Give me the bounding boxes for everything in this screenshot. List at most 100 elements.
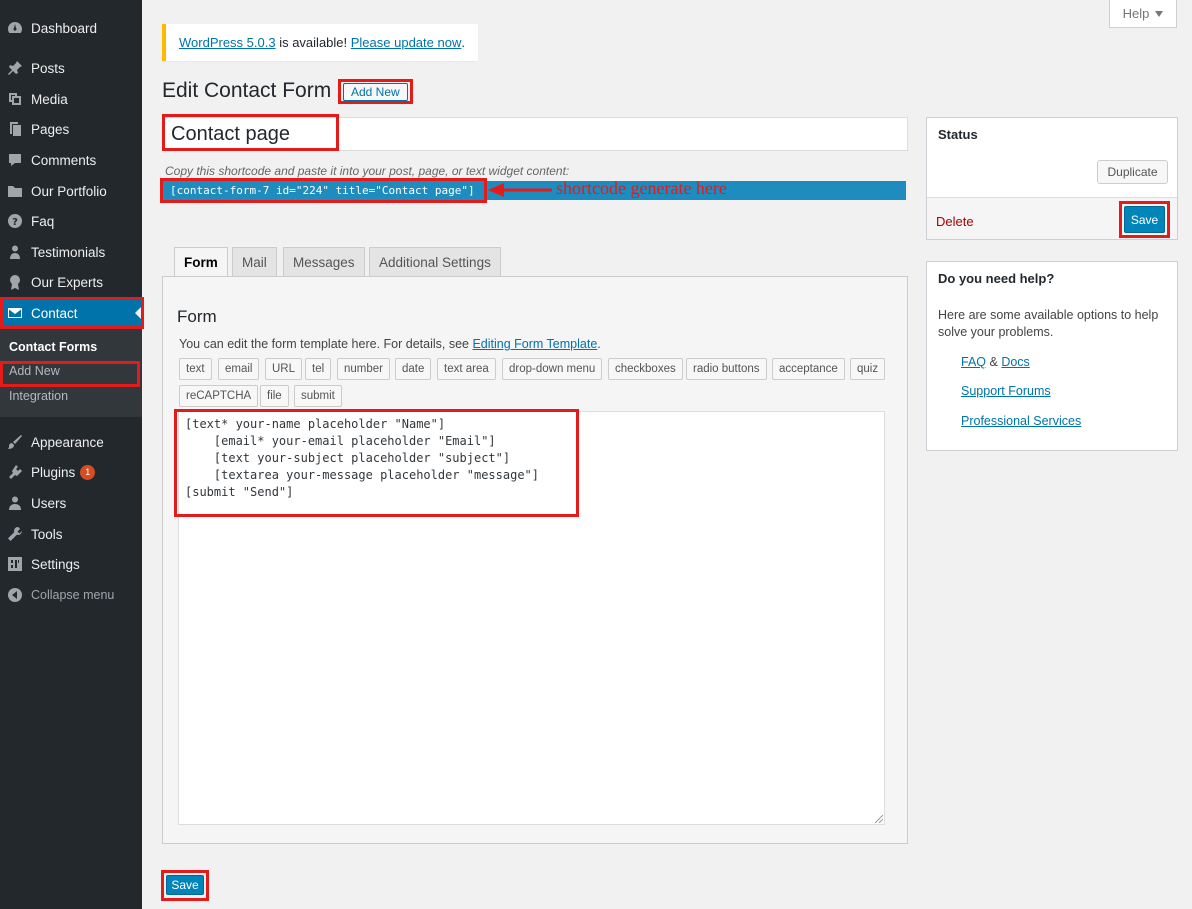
shortcode-text[interactable]: [contact-form-7 id="224" title="Contact … xyxy=(170,184,475,197)
tag-button-quiz[interactable]: quiz xyxy=(850,358,886,380)
tag-button-email[interactable]: email xyxy=(218,358,260,380)
menu-item-label: Media xyxy=(31,91,68,107)
menu-item-settings[interactable]: Settings xyxy=(0,549,142,579)
menu-item-label: Comments xyxy=(31,152,97,168)
settings-icon xyxy=(6,555,24,573)
tag-button-checkboxes[interactable]: checkboxes xyxy=(608,358,683,380)
form-description-end: . xyxy=(597,337,601,351)
contact-submenu: Contact Forms Add New Integration xyxy=(0,329,142,417)
tag-button-date[interactable]: date xyxy=(395,358,432,380)
tab-mail[interactable]: Mail xyxy=(232,247,277,276)
tag-button-tel[interactable]: tel xyxy=(305,358,332,380)
docs-link[interactable]: Docs xyxy=(1001,355,1029,369)
help-tab-label: Help xyxy=(1122,6,1150,21)
menu-item-label: Faq xyxy=(31,213,55,229)
menu-item-plugins[interactable]: Plugins 1 xyxy=(0,457,142,487)
users-icon xyxy=(6,494,24,512)
code-line: [text* your-name placeholder "Name"] xyxy=(185,417,446,431)
collapse-menu-button[interactable]: Collapse menu xyxy=(0,580,142,610)
menu-item-posts[interactable]: Posts xyxy=(0,53,142,83)
faq-link[interactable]: FAQ xyxy=(961,355,986,369)
tag-button-text[interactable]: text xyxy=(179,358,212,380)
collapse-icon xyxy=(6,586,24,604)
form-heading: Form xyxy=(177,307,217,326)
submenu-contact-forms[interactable]: Contact Forms xyxy=(9,340,97,354)
menu-item-label: Posts xyxy=(31,60,65,76)
annotation-arrow-icon xyxy=(488,183,552,197)
code-line: [submit "Send"] xyxy=(185,485,294,499)
ampersand-text: & xyxy=(986,355,1002,369)
menu-item-label: Plugins xyxy=(31,464,76,480)
help-faq-docs: FAQ & Docs xyxy=(961,355,1030,369)
page-title: Edit Contact Form xyxy=(162,79,332,102)
form-template-textarea[interactable]: [text* your-name placeholder "Name"] [em… xyxy=(178,411,885,825)
menu-item-label: Our Experts xyxy=(31,274,104,290)
menu-item-label: Testimonials xyxy=(31,244,106,260)
help-tab-button[interactable]: Help xyxy=(1109,0,1177,28)
menu-item-users[interactable]: Users xyxy=(0,488,142,518)
save-button-side[interactable]: Save xyxy=(1124,206,1165,233)
wordpress-version-link[interactable]: WordPress 5.0.3 xyxy=(179,35,276,50)
wrench-icon xyxy=(6,525,24,543)
menu-item-tools[interactable]: Tools xyxy=(0,519,142,549)
plugin-icon xyxy=(6,463,24,481)
menu-item-faq[interactable]: ? Faq xyxy=(0,206,142,236)
menu-item-label: Collapse menu xyxy=(31,588,115,602)
media-icon xyxy=(6,90,24,108)
form-description-text: You can edit the form template here. For… xyxy=(179,337,473,351)
tag-button-file[interactable]: file xyxy=(260,385,289,407)
update-now-link[interactable]: Please update now xyxy=(351,35,462,50)
editing-form-template-link[interactable]: Editing Form Template xyxy=(472,337,597,351)
tab-messages[interactable]: Messages xyxy=(283,247,365,276)
tag-button-radio-buttons[interactable]: radio buttons xyxy=(686,358,767,380)
code-line: [textarea your-message placeholder "mess… xyxy=(185,468,540,482)
menu-item-label: Tools xyxy=(31,526,63,542)
help-circle-icon: ? xyxy=(6,212,24,230)
tag-button-drop-down-menu[interactable]: drop-down menu xyxy=(502,358,603,380)
notice-text: is available! xyxy=(275,35,351,50)
menu-item-testimonials[interactable]: Testimonials xyxy=(0,237,142,267)
tab-form[interactable]: Form xyxy=(174,247,228,277)
menu-item-label: Appearance xyxy=(31,434,104,450)
menu-item-comments[interactable]: Comments xyxy=(0,145,142,175)
tag-button-number[interactable]: number xyxy=(337,358,390,380)
add-new-button[interactable]: Add New xyxy=(343,83,408,101)
dashboard-icon xyxy=(6,19,24,37)
menu-item-media[interactable]: Media xyxy=(0,84,142,114)
help-box-title: Do you need help? xyxy=(938,271,1055,286)
duplicate-button[interactable]: Duplicate xyxy=(1097,160,1168,184)
tag-button-url[interactable]: URL xyxy=(265,358,303,380)
professional-services-link[interactable]: Professional Services xyxy=(961,414,1081,428)
envelope-icon xyxy=(6,304,24,322)
tag-button-submit[interactable]: submit xyxy=(294,385,342,407)
menu-item-label: Settings xyxy=(31,556,80,572)
person-icon xyxy=(6,243,24,261)
menu-item-appearance[interactable]: Appearance xyxy=(0,427,142,457)
menu-item-our-portfolio[interactable]: Our Portfolio xyxy=(0,176,142,206)
code-line: [email* your-email placeholder "Email"] xyxy=(185,434,496,448)
pages-icon xyxy=(6,120,24,138)
folder-icon xyxy=(6,182,24,200)
submenu-add-new[interactable]: Add New xyxy=(9,364,60,378)
submenu-integration[interactable]: Integration xyxy=(9,389,68,403)
menu-item-our-experts[interactable]: Our Experts xyxy=(0,267,142,297)
form-title-input[interactable]: Contact page xyxy=(162,117,908,151)
update-notice: WordPress 5.0.3 is available! Please upd… xyxy=(162,24,478,61)
brush-icon xyxy=(6,433,24,451)
menu-item-pages[interactable]: Pages xyxy=(0,114,142,144)
pin-icon xyxy=(6,59,24,77)
caret-down-icon xyxy=(1155,10,1164,17)
menu-item-label: Pages xyxy=(31,121,70,137)
tag-button-recaptcha[interactable]: reCAPTCHA xyxy=(179,385,259,407)
menu-item-label: Dashboard xyxy=(31,20,98,36)
tag-button-text-area[interactable]: text area xyxy=(437,358,496,380)
delete-link[interactable]: Delete xyxy=(936,214,974,229)
tab-additional-settings[interactable]: Additional Settings xyxy=(369,247,501,276)
tag-button-acceptance[interactable]: acceptance xyxy=(772,358,845,380)
help-box-description: Here are some available options to help … xyxy=(938,308,1159,339)
support-forums-link[interactable]: Support Forums xyxy=(961,384,1051,398)
menu-item-dashboard[interactable]: Dashboard xyxy=(0,13,142,43)
save-button-bottom[interactable]: Save xyxy=(166,875,204,895)
resize-grip-icon[interactable] xyxy=(874,814,883,823)
menu-item-contact[interactable]: Contact xyxy=(0,298,142,328)
